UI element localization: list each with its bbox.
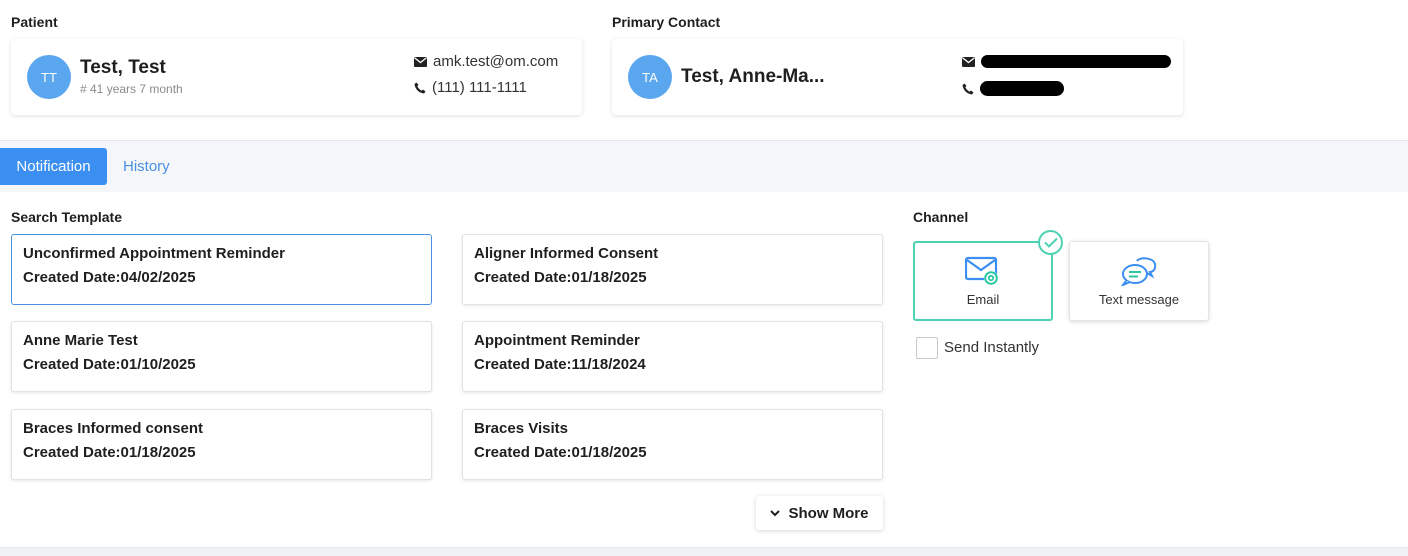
redacted-phone xyxy=(980,81,1064,96)
template-date: Created Date:11/18/2024 xyxy=(474,356,646,373)
channel-text-message-option[interactable]: Text message xyxy=(1069,241,1209,321)
template-date: Created Date:01/18/2025 xyxy=(474,444,647,461)
redacted-email xyxy=(981,55,1171,68)
template-date: Created Date:01/10/2025 xyxy=(23,356,196,373)
template-card-unconfirmed-appointment-reminder[interactable]: Unconfirmed Appointment Reminder Created… xyxy=(11,234,432,305)
template-card-anne-marie-test[interactable]: Anne Marie Test Created Date:01/10/2025 xyxy=(11,321,432,392)
template-card-aligner-informed-consent[interactable]: Aligner Informed Consent Created Date:01… xyxy=(462,234,883,305)
show-more-label: Show More xyxy=(788,504,869,522)
send-instantly-label: Send Instantly xyxy=(944,339,1040,356)
send-instantly-checkbox[interactable] xyxy=(916,337,938,359)
channel-email-label: Email xyxy=(966,291,1000,307)
tab-bar: Notification History xyxy=(0,141,1408,192)
email-icon xyxy=(965,256,998,285)
phone-icon xyxy=(962,83,974,94)
template-name: Aligner Informed Consent xyxy=(474,245,659,262)
search-template-label: Search Template xyxy=(11,209,123,225)
selected-check-icon xyxy=(1038,230,1063,255)
patient-phone-text: (111) 111-1111 xyxy=(432,79,527,96)
patient-avatar: TT xyxy=(27,55,71,99)
template-card-braces-informed-consent[interactable]: Braces Informed consent Created Date:01/… xyxy=(11,409,432,480)
patient-email-text: amk.test@om.com xyxy=(433,53,559,70)
primary-contact-card: TA Test, Anne-Ma... xyxy=(612,39,1183,115)
channel-email-option[interactable]: Email xyxy=(913,241,1053,321)
patient-section-label: Patient xyxy=(11,14,58,30)
primary-contact-name: Test, Anne-Ma... xyxy=(681,66,825,87)
footer-divider xyxy=(0,547,1408,556)
template-date: Created Date:01/18/2025 xyxy=(23,444,196,461)
template-card-appointment-reminder[interactable]: Appointment Reminder Created Date:11/18/… xyxy=(462,321,883,392)
tab-notification[interactable]: Notification xyxy=(0,148,107,185)
template-card-braces-visits[interactable]: Braces Visits Created Date:01/18/2025 xyxy=(462,409,883,480)
template-name: Braces Informed consent xyxy=(23,420,204,437)
primary-contact-avatar: TA xyxy=(628,55,672,99)
patient-age: # 41 years 7 month xyxy=(80,82,183,96)
template-name: Anne Marie Test xyxy=(23,332,138,349)
patient-card: TT Test, Test # 41 years 7 month amk.tes… xyxy=(11,39,582,115)
primary-contact-phone xyxy=(962,81,1064,96)
chevron-down-icon xyxy=(770,509,781,516)
template-date: Created Date:01/18/2025 xyxy=(474,269,647,286)
template-name: Appointment Reminder xyxy=(474,332,640,349)
tab-history[interactable]: History xyxy=(123,148,170,185)
phone-icon xyxy=(414,82,426,93)
envelope-icon xyxy=(962,56,975,67)
patient-email: amk.test@om.com xyxy=(414,53,558,70)
patient-name: Test, Test xyxy=(80,57,166,78)
primary-contact-email xyxy=(962,55,1171,68)
primary-contact-section-label: Primary Contact xyxy=(612,14,721,30)
template-name: Unconfirmed Appointment Reminder xyxy=(23,245,285,262)
channel-label: Channel xyxy=(913,209,969,225)
envelope-icon xyxy=(414,56,427,67)
patient-phone: (111) 111-1111 xyxy=(414,79,527,96)
template-name: Braces Visits xyxy=(474,420,568,437)
chat-bubbles-icon xyxy=(1121,256,1157,286)
show-more-button[interactable]: Show More xyxy=(756,496,883,530)
channel-text-message-label: Text message xyxy=(1098,291,1180,307)
template-date: Created Date:04/02/2025 xyxy=(23,269,196,286)
